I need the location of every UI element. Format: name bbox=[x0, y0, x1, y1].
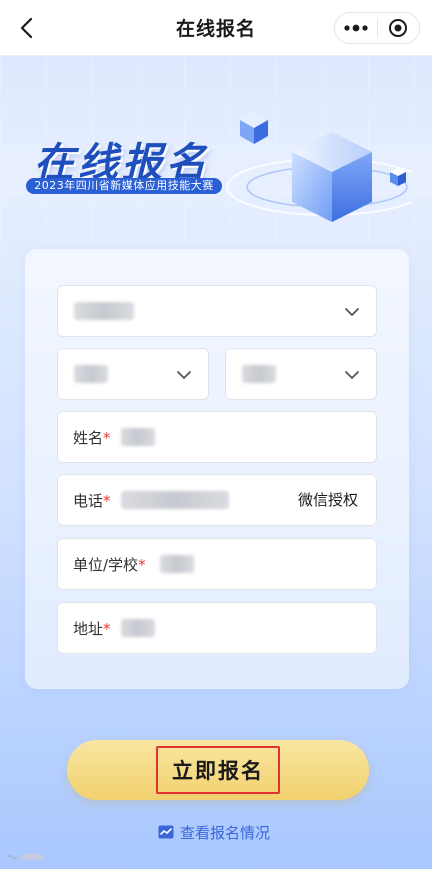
required-mark: * bbox=[103, 491, 111, 510]
organization-label-text: 单位/学校 bbox=[73, 555, 139, 574]
top-navbar: 在线报名 bbox=[0, 0, 432, 56]
hero-banner: 在线报名 2023年四川省新媒体应用技能大赛 bbox=[0, 56, 432, 256]
hero-cube-illustration bbox=[222, 92, 428, 242]
more-button[interactable] bbox=[335, 13, 377, 43]
blurred-organization-value bbox=[159, 555, 194, 573]
phone-label-text: 电话 bbox=[73, 491, 104, 510]
chevron-down-icon bbox=[345, 370, 359, 379]
blurred-selected-value bbox=[74, 302, 134, 320]
target-circle-icon bbox=[389, 19, 408, 37]
name-label-text: 姓名 bbox=[73, 428, 104, 447]
check-registration-label: 查看报名情况 bbox=[180, 823, 271, 842]
chevron-down-button[interactable] bbox=[176, 367, 192, 383]
blurred-selected-value bbox=[242, 365, 276, 383]
register-now-button[interactable]: 立即报名 bbox=[67, 740, 369, 800]
name-label: 姓名* bbox=[58, 427, 111, 448]
registration-form-card: 姓名* 电话* 微信授权 单位/学校* 地址* bbox=[25, 249, 409, 689]
more-dots-icon bbox=[344, 24, 368, 32]
required-mark: * bbox=[103, 619, 111, 638]
chevron-down-icon bbox=[345, 307, 359, 316]
city-select[interactable] bbox=[57, 348, 209, 400]
check-registration-link[interactable]: 查看报名情况 bbox=[158, 822, 270, 842]
address-label: 地址* bbox=[58, 618, 111, 639]
organization-field[interactable]: 单位/学校* bbox=[57, 538, 377, 590]
chevron-down-button[interactable] bbox=[344, 304, 360, 320]
phone-label: 电话* bbox=[58, 490, 111, 511]
phone-field[interactable]: 电话* 微信授权 bbox=[57, 474, 377, 526]
hero-subtitle: 2023年四川省新媒体应用技能大赛 bbox=[26, 178, 222, 194]
chart-icon bbox=[158, 825, 174, 839]
name-field[interactable]: 姓名* bbox=[57, 411, 377, 463]
address-field[interactable]: 地址* bbox=[57, 602, 377, 654]
blurred-name-value bbox=[120, 428, 155, 446]
watermark bbox=[6, 851, 46, 863]
district-select[interactable] bbox=[225, 348, 377, 400]
chevron-down-button[interactable] bbox=[344, 367, 360, 383]
close-button[interactable] bbox=[377, 13, 419, 43]
address-label-text: 地址 bbox=[73, 619, 104, 638]
mini-program-capsule bbox=[334, 12, 420, 44]
required-mark: * bbox=[103, 428, 111, 447]
chevron-left-icon bbox=[20, 17, 33, 39]
blurred-selected-value bbox=[74, 365, 108, 383]
competition-select[interactable] bbox=[57, 285, 377, 337]
register-now-label: 立即报名 bbox=[156, 746, 280, 794]
back-button[interactable] bbox=[12, 14, 40, 42]
blurred-phone-value bbox=[120, 491, 229, 509]
watermark-logo-icon bbox=[7, 854, 44, 860]
page-title: 在线报名 bbox=[175, 18, 256, 40]
required-mark: * bbox=[138, 555, 146, 574]
chevron-down-icon bbox=[177, 370, 191, 379]
blurred-address-value bbox=[120, 619, 155, 637]
organization-label: 单位/学校* bbox=[58, 554, 146, 575]
registration-page: 在线报名 在线报名 2023年四川省新媒体应用技能大赛 姓名* 电话* 微信授权… bbox=[0, 0, 432, 869]
wechat-authorize-button[interactable]: 微信授权 bbox=[298, 489, 358, 510]
